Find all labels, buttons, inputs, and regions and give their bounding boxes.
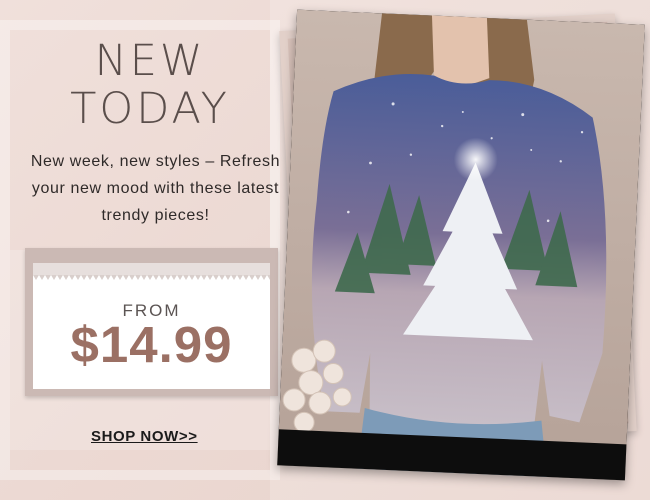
product-photo[interactable] (277, 9, 645, 481)
sweatshirt-image (277, 9, 645, 481)
shop-now-link[interactable]: SHOP NOW>> (91, 428, 198, 445)
promo-banner: NEW TODAY New week, new styles – Refresh… (0, 0, 650, 500)
tagline-line-1: New week, new styles – Refresh (30, 153, 281, 170)
price-tag: FROM $14.99 (25, 248, 278, 396)
headline-line-2: TODAY (70, 84, 230, 134)
perforated-edge (33, 275, 270, 281)
price-card: FROM $14.99 (33, 275, 270, 389)
tagline: New week, new styles – Refresh your new … (8, 148, 303, 229)
price-value: $14.99 (70, 316, 233, 373)
tagline-line-2: your new mood with these latest (31, 180, 280, 197)
headline-line-1: NEW (94, 36, 206, 86)
tagline-line-3: trendy pieces! (101, 207, 210, 224)
